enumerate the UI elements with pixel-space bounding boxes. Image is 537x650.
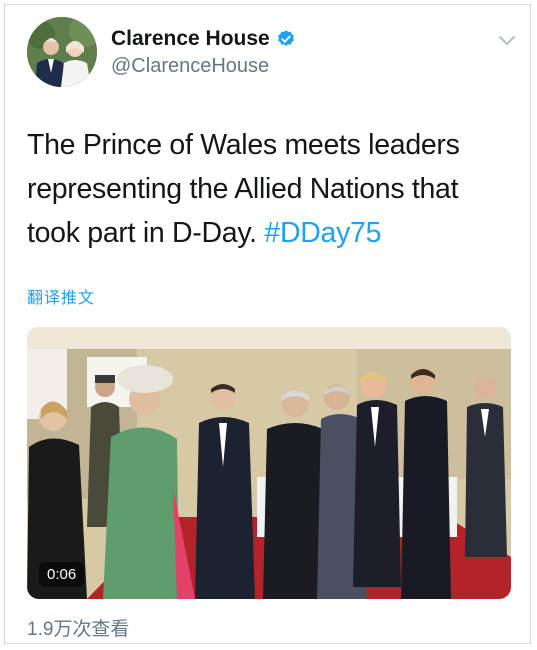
tweet-body: The Prince of Wales meets leaders repres… <box>27 129 460 249</box>
avatar-image <box>27 17 97 87</box>
video-duration: 0:06 <box>39 562 85 587</box>
avatar[interactable] <box>27 17 97 87</box>
video-player[interactable]: 0:06 <box>27 327 511 599</box>
hashtag-link[interactable]: #DDay75 <box>264 217 381 249</box>
video-thumbnail <box>27 327 511 599</box>
translate-tweet-link[interactable]: 翻译推文 <box>27 284 95 308</box>
account-handle[interactable]: @ClarenceHouse <box>111 55 269 78</box>
display-name-text: Clarence House <box>111 27 270 50</box>
view-count: 1.9万次查看 <box>27 619 130 640</box>
display-name[interactable]: Clarence House <box>111 27 296 51</box>
verified-badge-icon <box>277 30 294 46</box>
tweet-card[interactable]: Clarence House @ClarenceHouse The Prince… <box>4 4 531 644</box>
chevron-down-icon[interactable] <box>498 35 516 47</box>
tweet-text: The Prince of Wales meets leaders repres… <box>27 123 507 255</box>
